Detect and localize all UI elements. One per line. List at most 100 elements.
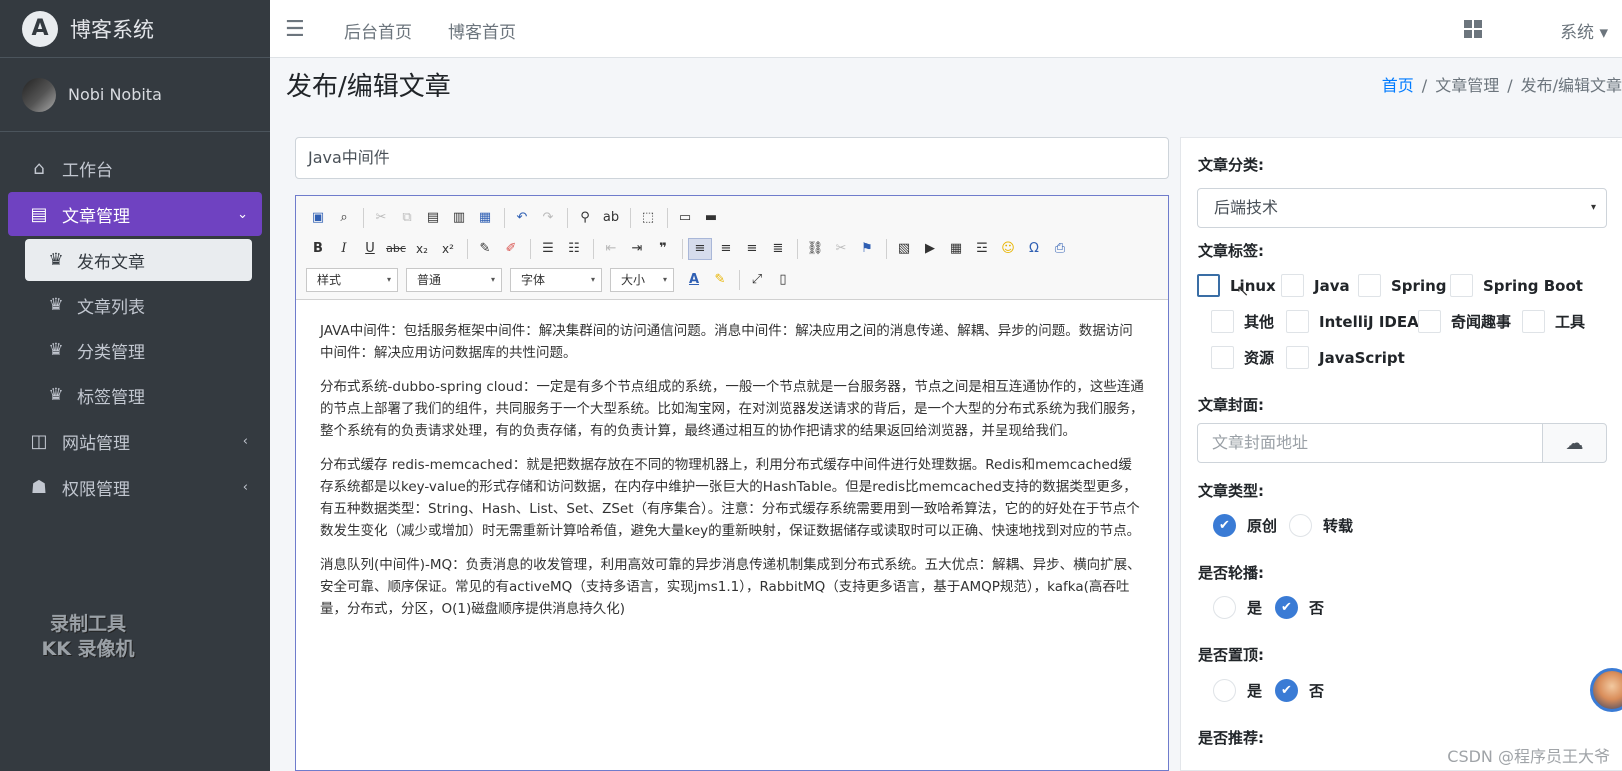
link-icon[interactable]: ⛓ — [803, 238, 827, 260]
upload-cover-button[interactable]: ☁ — [1542, 423, 1607, 463]
sidebar-item-permission-management[interactable]: ☗ 权限管理 ‹ — [8, 465, 262, 509]
menu-toggle-icon[interactable]: ☰ — [285, 17, 305, 42]
top-radio-no[interactable]: ✔ 否 — [1275, 679, 1324, 702]
style-select[interactable]: 样式 ▾ — [306, 267, 398, 292]
align-left-icon[interactable]: ≡ — [688, 237, 712, 260]
remove-format-icon[interactable]: ✐ — [499, 238, 523, 260]
sidebar-item-article-management[interactable]: ▤ 文章管理 ⌄ — [8, 192, 262, 236]
cut-icon[interactable]: ✂ — [369, 207, 393, 229]
preview-icon[interactable]: ⌕ — [332, 207, 356, 229]
image-icon[interactable]: ▧ — [892, 238, 916, 260]
paste-text-icon[interactable]: ▥ — [447, 207, 471, 229]
checkbox[interactable] — [1286, 310, 1309, 333]
checkbox[interactable] — [1418, 310, 1441, 333]
video-icon[interactable]: ▶ — [918, 238, 942, 260]
article-title-input[interactable]: Java中间件 — [295, 137, 1169, 179]
checkbox[interactable] — [1211, 310, 1234, 333]
show-blocks-icon[interactable]: ▯ — [771, 269, 795, 291]
indent-icon[interactable]: ⇥ — [625, 238, 649, 260]
paste-word-icon[interactable]: ▦ — [473, 207, 497, 229]
template-icon[interactable]: ▭ — [673, 207, 697, 229]
format-painter-icon[interactable]: ✎ — [473, 238, 497, 260]
apps-grid-icon[interactable] — [1464, 20, 1482, 38]
carousel-radio-no[interactable]: ✔ 否 — [1275, 596, 1324, 619]
checkbox[interactable] — [1211, 346, 1234, 369]
form-field-icon[interactable]: ▬ — [699, 207, 723, 229]
font-select[interactable]: 字体 ▾ — [510, 267, 602, 292]
radio[interactable] — [1213, 596, 1236, 619]
bulleted-list-icon[interactable]: ☷ — [562, 238, 586, 260]
format-select[interactable]: 普通 ▾ — [406, 267, 502, 292]
type-radio-original[interactable]: ✔ 原创 — [1213, 514, 1277, 537]
checkbox[interactable] — [1286, 346, 1309, 369]
select-all-icon[interactable]: ⬚ — [636, 207, 660, 229]
sidebar-item-dashboard[interactable]: ⌂ 工作台 — [8, 146, 262, 190]
redo-icon[interactable]: ↷ — [536, 207, 560, 229]
align-justify-icon[interactable]: ≣ — [766, 238, 790, 260]
superscript-icon[interactable]: x² — [436, 238, 460, 260]
radio-checked[interactable]: ✔ — [1213, 514, 1236, 537]
unlink-icon[interactable]: ✂ — [829, 238, 853, 260]
underline-icon[interactable]: U — [358, 238, 382, 260]
tag-checkbox-resources[interactable]: 资源 — [1211, 346, 1274, 369]
horizontal-line-icon[interactable]: ☲ — [970, 238, 994, 260]
blockquote-icon[interactable]: ❞ — [651, 238, 675, 260]
special-char-icon[interactable]: Ω — [1022, 238, 1046, 260]
radio[interactable] — [1289, 514, 1312, 537]
spellcheck-icon[interactable]: ab — [599, 207, 623, 229]
breadcrumb-home[interactable]: 首页 — [1382, 76, 1414, 95]
save-icon[interactable]: ▣ — [306, 207, 330, 229]
radio-checked[interactable]: ✔ — [1275, 679, 1298, 702]
system-menu[interactable]: 系统 ▾ — [1560, 18, 1608, 43]
align-right-icon[interactable]: ≡ — [740, 238, 764, 260]
page-break-icon[interactable]: ⎙ — [1048, 238, 1072, 260]
tag-checkbox-javascript[interactable]: JavaScript — [1286, 346, 1405, 369]
tag-checkbox-intellij-idea[interactable]: IntelliJ IDEA — [1286, 310, 1419, 333]
tag-checkbox-spring[interactable]: Spring — [1358, 274, 1447, 297]
type-radio-reprint[interactable]: 转载 — [1289, 514, 1353, 537]
tag-checkbox-spring-boot[interactable]: Spring Boot — [1450, 274, 1583, 297]
subscript-icon[interactable]: x₂ — [410, 238, 434, 260]
checkbox[interactable] — [1281, 274, 1304, 297]
table-icon[interactable]: ▦ — [944, 238, 968, 260]
editor-content[interactable]: JAVA中间件：包括服务框架中间件：解决集群间的访问通信问题。消息中间件：解决应… — [296, 300, 1168, 652]
breadcrumb-article-management[interactable]: 文章管理 — [1435, 76, 1499, 95]
italic-icon[interactable]: I — [332, 238, 356, 260]
checkbox[interactable] — [1522, 310, 1545, 333]
checkbox[interactable] — [1358, 274, 1381, 297]
nav-link-admin-home[interactable]: 后台首页 — [344, 18, 412, 43]
sidebar-subitem-publish-article[interactable]: ♛ 发布文章 — [25, 239, 252, 281]
tag-checkbox-other[interactable]: 其他 — [1211, 310, 1274, 333]
tag-checkbox-curiosities[interactable]: 奇闻趣事 — [1418, 310, 1511, 333]
emoji-icon[interactable]: ☺ — [996, 238, 1020, 260]
maximize-icon[interactable]: ⤢ — [745, 269, 769, 291]
background-color-icon[interactable]: ✎ — [708, 269, 732, 291]
category-select[interactable]: 后端技术 ▾ — [1197, 188, 1607, 228]
tag-checkbox-java[interactable]: Java — [1281, 274, 1350, 297]
radio[interactable] — [1213, 679, 1236, 702]
top-radio-yes[interactable]: 是 — [1213, 679, 1262, 702]
undo-icon[interactable]: ↶ — [510, 207, 534, 229]
sidebar-subitem-tag-management[interactable]: ♛ 标签管理 — [25, 374, 252, 416]
sidebar-item-site-management[interactable]: ◫ 网站管理 ‹ — [8, 419, 262, 463]
numbered-list-icon[interactable]: ☰ — [536, 238, 560, 260]
bold-icon[interactable]: B — [306, 238, 330, 260]
anchor-icon[interactable]: ⚑ — [855, 238, 879, 260]
sidebar-subitem-category-management[interactable]: ♛ 分类管理 — [25, 329, 252, 371]
cover-url-input[interactable]: 文章封面地址 — [1197, 423, 1543, 463]
text-color-icon[interactable]: A — [682, 269, 706, 291]
align-center-icon[interactable]: ≡ — [714, 238, 738, 260]
checkbox[interactable] — [1197, 274, 1220, 297]
tag-checkbox-tools[interactable]: 工具 — [1522, 310, 1585, 333]
radio-checked[interactable]: ✔ — [1275, 596, 1298, 619]
nav-link-blog-home[interactable]: 博客首页 — [448, 18, 516, 43]
copy-icon[interactable]: ⧉ — [395, 207, 419, 229]
carousel-radio-yes[interactable]: 是 — [1213, 596, 1262, 619]
size-select[interactable]: 大小 ▾ — [610, 267, 674, 292]
user-panel[interactable]: Nobi Nobita — [0, 58, 270, 132]
strikethrough-icon[interactable]: abc — [384, 238, 408, 260]
brand[interactable]: A 博客系统 — [0, 0, 270, 58]
paste-icon[interactable]: ▤ — [421, 207, 445, 229]
checkbox[interactable] — [1450, 274, 1473, 297]
sidebar-subitem-article-list[interactable]: ♛ 文章列表 — [25, 284, 252, 326]
